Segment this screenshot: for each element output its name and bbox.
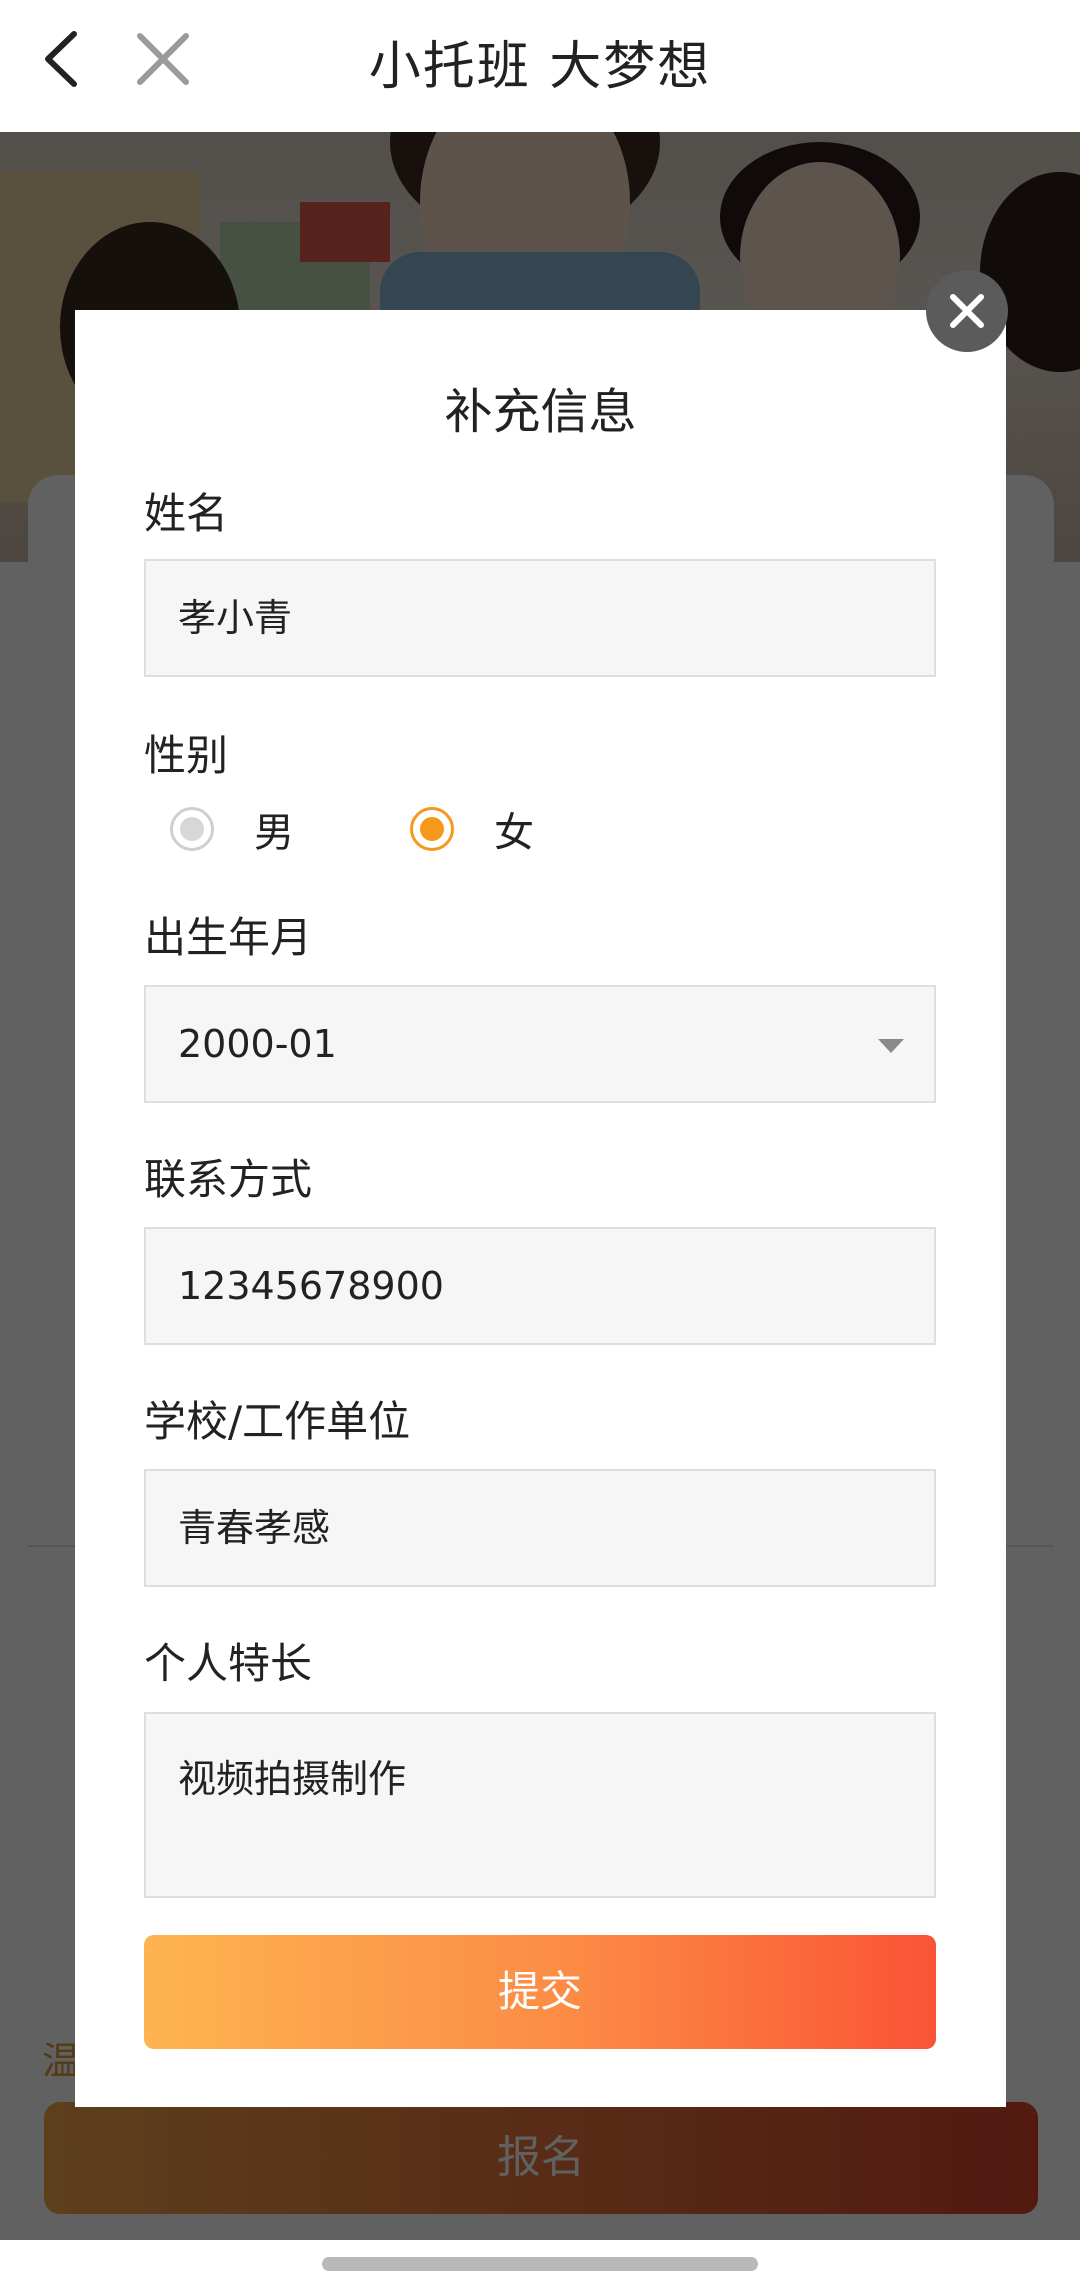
school-input[interactable]: 青春孝感 (144, 1469, 936, 1587)
contact-input[interactable]: 12345678900 (144, 1227, 936, 1345)
name-input[interactable]: 孝小青 (144, 559, 936, 677)
birth-select[interactable]: 2000-01 (144, 985, 936, 1103)
gender-male-radio[interactable]: 男 (170, 800, 294, 858)
gender-male-label: 男 (254, 810, 294, 856)
gender-radio-group: 男 女 (170, 800, 770, 860)
modal-close-button[interactable] (926, 270, 1008, 352)
contact-label: 联系方式 (144, 1155, 313, 1204)
talent-label: 个人特长 (144, 1639, 313, 1688)
birth-label: 出生年月 (144, 913, 313, 962)
chevron-down-icon (878, 1039, 904, 1053)
name-label: 姓名 (144, 489, 229, 538)
radio-circle-icon (170, 807, 214, 851)
school-label: 学校/工作单位 (144, 1397, 411, 1446)
birth-value: 2000-01 (178, 1022, 337, 1066)
submit-button[interactable]: 提交 (144, 1935, 936, 2049)
talent-textarea[interactable]: 视频拍摄制作 (144, 1712, 936, 1898)
gender-label: 性别 (144, 731, 229, 780)
dialog-title: 补充信息 (444, 384, 637, 440)
top-nav-bar: 小托班 大梦想 (0, 0, 1080, 132)
gender-female-label: 女 (494, 810, 534, 856)
modal-close-icon (950, 294, 984, 328)
page-title: 小托班 大梦想 (368, 37, 712, 97)
gender-female-radio[interactable]: 女 (410, 800, 534, 858)
home-indicator[interactable] (322, 2257, 758, 2271)
radio-checked-icon (410, 807, 454, 851)
supplement-info-dialog: 补充信息 姓名 孝小青 性别 男 女 出生年月 2000-01 联系方式 123… (75, 310, 1006, 2107)
